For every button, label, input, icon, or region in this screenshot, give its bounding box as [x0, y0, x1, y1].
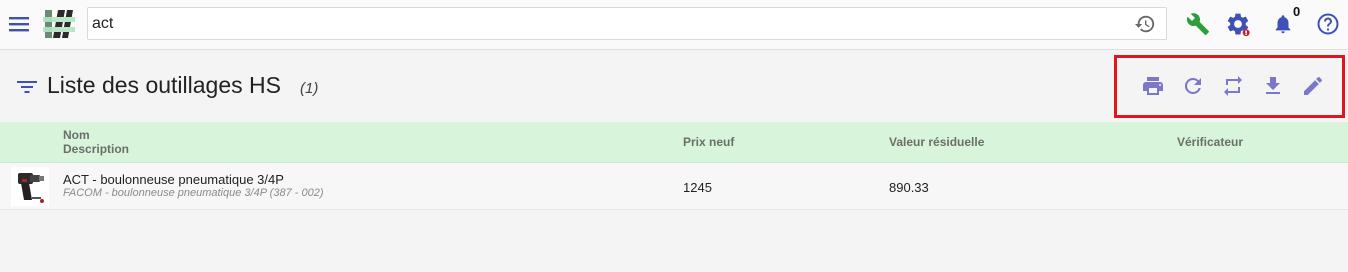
wrench-icon[interactable]: [1185, 11, 1211, 37]
search-box: [87, 7, 1167, 40]
history-icon[interactable]: [1134, 13, 1156, 35]
help-icon[interactable]: [1315, 11, 1341, 37]
notification-count: 0: [1293, 4, 1301, 19]
refresh-icon[interactable]: [1181, 74, 1205, 98]
row-name: ACT - boulonneuse pneumatique 3/4P: [63, 172, 284, 187]
column-header-residual-value[interactable]: Valeur résiduelle: [889, 135, 984, 149]
row-description: FACOM - boulonneuse pneumatique 3/4P (38…: [63, 187, 324, 199]
row-residual-value: 890.33: [889, 180, 929, 195]
column-header-description[interactable]: Description: [63, 142, 129, 156]
column-header-name[interactable]: Nom: [63, 128, 90, 142]
row-price: 1245: [683, 180, 712, 195]
hamburger-menu-icon[interactable]: [6, 11, 32, 37]
column-header-verifier[interactable]: Vérificateur: [1177, 135, 1243, 149]
result-count: (1): [300, 80, 319, 97]
top-bar: 0: [0, 0, 1348, 50]
gear-icon[interactable]: [1225, 11, 1251, 37]
table-header: Nom Description Prix neuf Valeur résidue…: [0, 122, 1348, 163]
tool-thumbnail: [11, 167, 49, 206]
table-row[interactable]: ACT - boulonneuse pneumatique 3/4P FACOM…: [0, 163, 1348, 210]
column-header-price[interactable]: Prix neuf: [683, 135, 734, 149]
repeat-icon[interactable]: [1221, 74, 1245, 98]
app-logo[interactable]: [42, 8, 76, 40]
download-icon[interactable]: [1261, 74, 1285, 98]
search-input[interactable]: [90, 8, 1120, 39]
print-icon[interactable]: [1141, 74, 1165, 98]
edit-icon[interactable]: [1301, 74, 1325, 98]
page-title: Liste des outillages HS: [47, 72, 281, 98]
filter-icon[interactable]: [16, 77, 38, 97]
